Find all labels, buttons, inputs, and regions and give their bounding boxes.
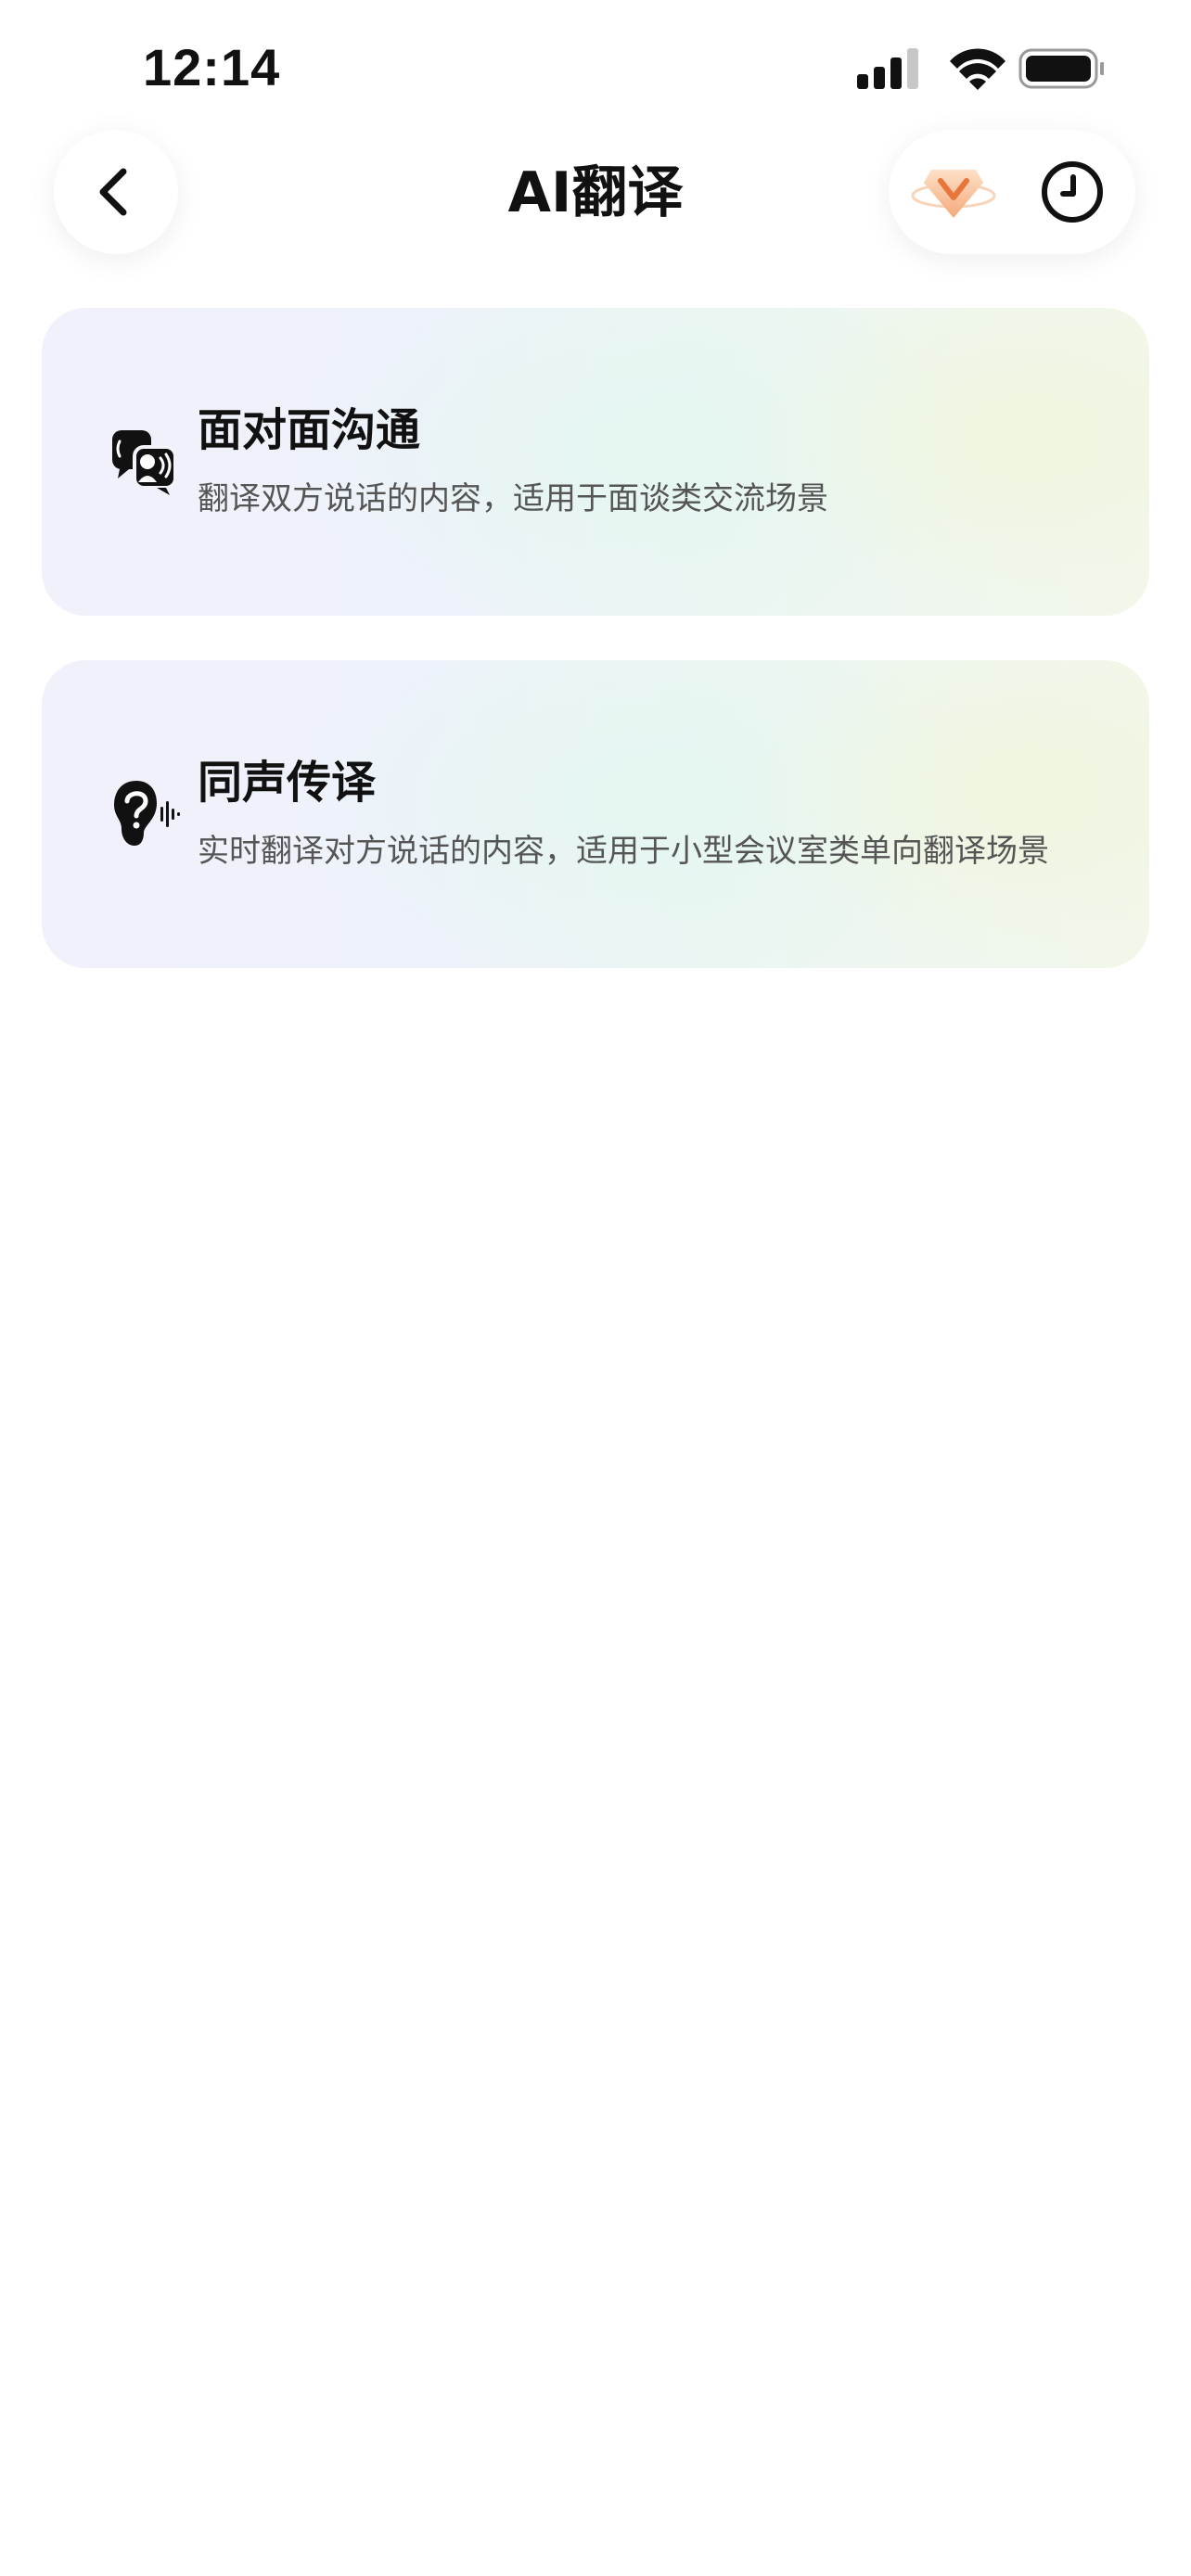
mode-title: 面对面沟通 (198, 404, 421, 456)
wifi-icon (950, 48, 1005, 90)
status-icons (853, 46, 1105, 93)
mode-title: 同声传译 (198, 757, 377, 809)
battery-icon (1018, 48, 1105, 89)
ear-listening-icon (90, 759, 201, 870)
vip-badge-button[interactable] (907, 150, 1000, 234)
face-to-face-speech-icon (90, 406, 201, 517)
mode-description: 翻译双方说话的内容，适用于面谈类交流场景 (198, 480, 828, 517)
mode-description: 实时翻译对方说话的内容，适用于小型会议室类单向翻译场景 (198, 833, 1049, 870)
vip-crown-badge-icon (911, 170, 996, 218)
status-bar: 12:14 (0, 0, 1191, 121)
header-actions (889, 130, 1135, 254)
clock-icon (1042, 161, 1103, 223)
cellular-signal-icon (857, 48, 918, 89)
mode-card-face-to-face[interactable]: 面对面沟通 翻译双方说话的内容，适用于面谈类交流场景 (42, 308, 1149, 616)
mode-card-simultaneous[interactable]: 同声传译 实时翻译对方说话的内容，适用于小型会议室类单向翻译场景 (42, 660, 1149, 968)
history-button[interactable] (1035, 155, 1109, 229)
status-time: 12:14 (143, 38, 281, 96)
